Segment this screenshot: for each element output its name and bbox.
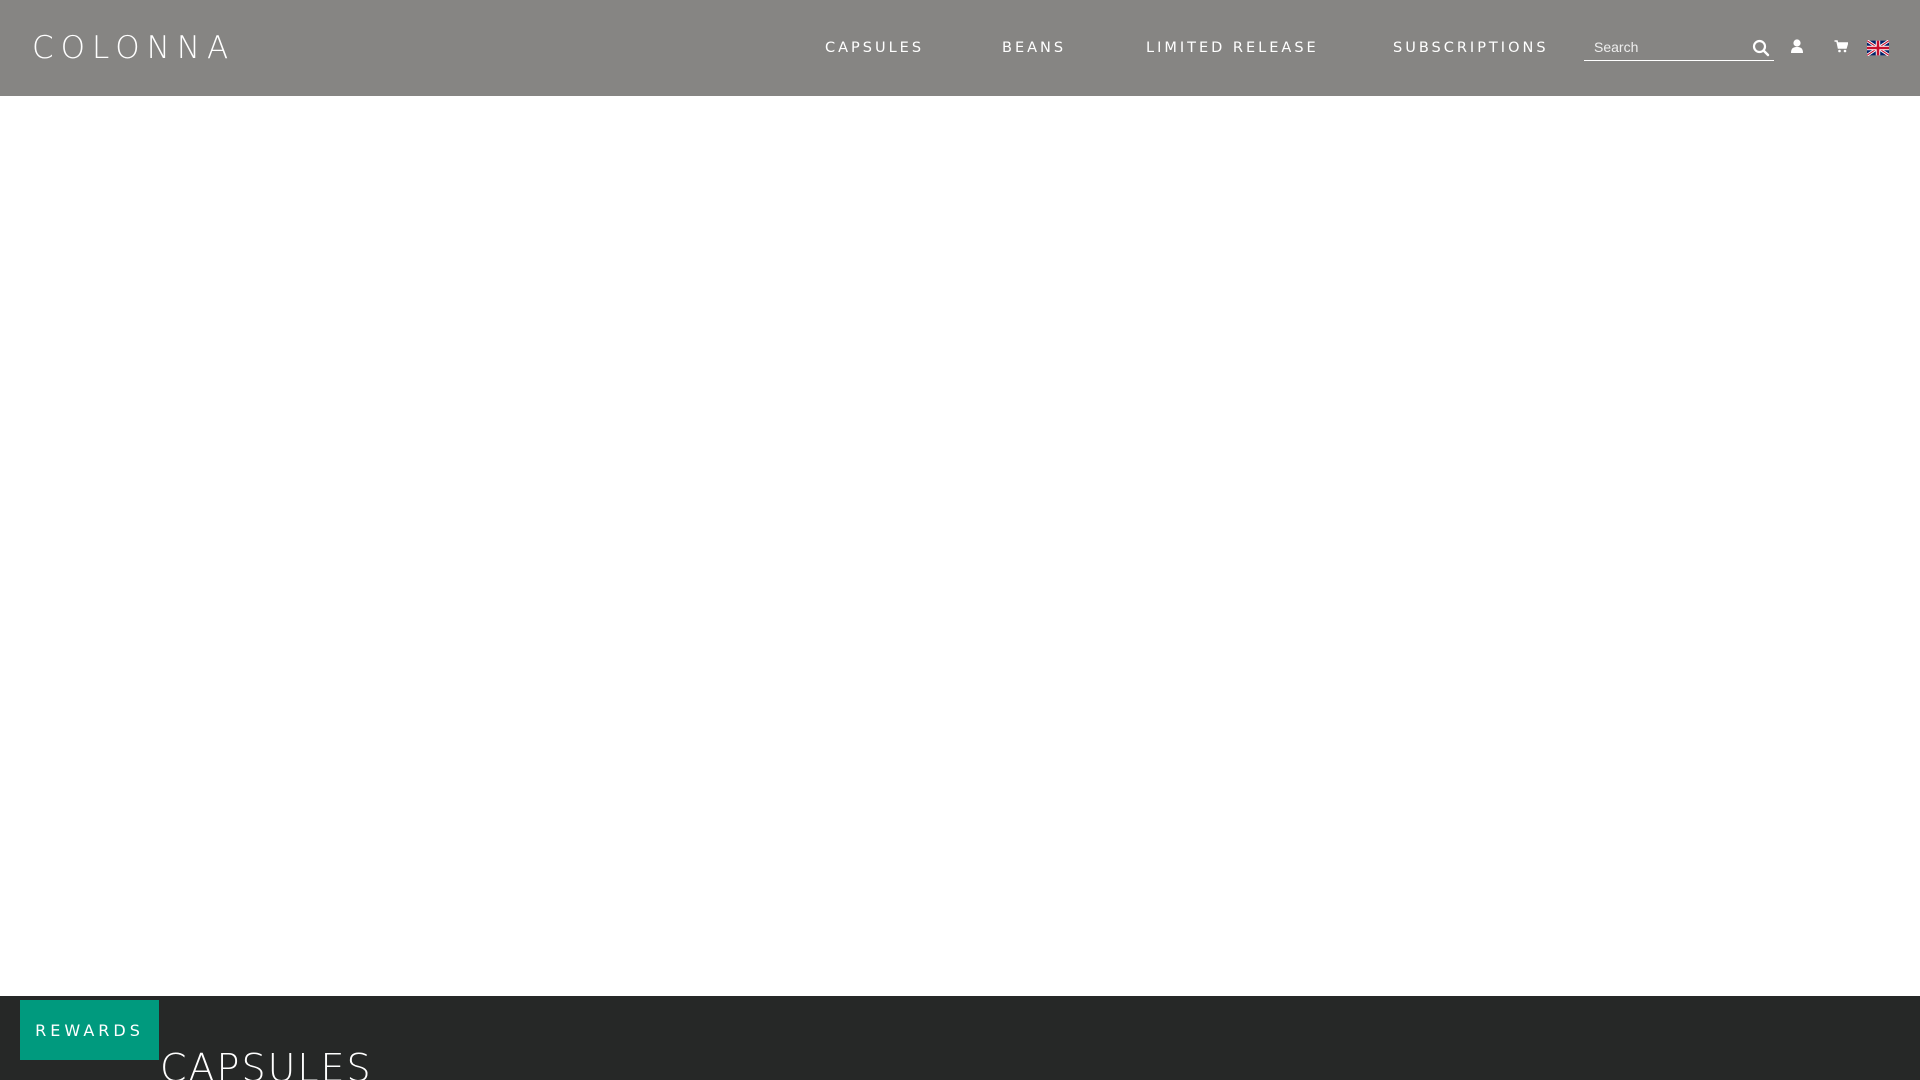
main-content-area <box>0 96 1920 996</box>
nav-item-subscriptions[interactable]: SUBSCRIPTIONS <box>1393 38 1549 58</box>
search-input[interactable] <box>1594 36 1744 58</box>
nav-item-capsules[interactable]: CAPSULES <box>825 38 924 58</box>
search-box <box>1584 36 1774 61</box>
nav-item-beans[interactable]: BEANS <box>1002 38 1066 58</box>
nav-item-limited-release[interactable]: LIMITED RELEASE <box>1146 38 1319 58</box>
site-header: COLONNA CAPSULES BEANS LIMITED RELEASE S… <box>0 0 1920 96</box>
capsules-section: CAPSULES <box>0 996 1920 1080</box>
user-icon[interactable] <box>1790 38 1804 54</box>
logo[interactable]: COLONNA <box>32 30 235 66</box>
cart-icon[interactable] <box>1834 38 1848 54</box>
rewards-button[interactable]: REWARDS <box>20 1000 159 1060</box>
search-icon[interactable] <box>1752 39 1770 57</box>
uk-flag-icon[interactable] <box>1867 40 1889 56</box>
section-title: CAPSULES <box>160 1046 373 1080</box>
